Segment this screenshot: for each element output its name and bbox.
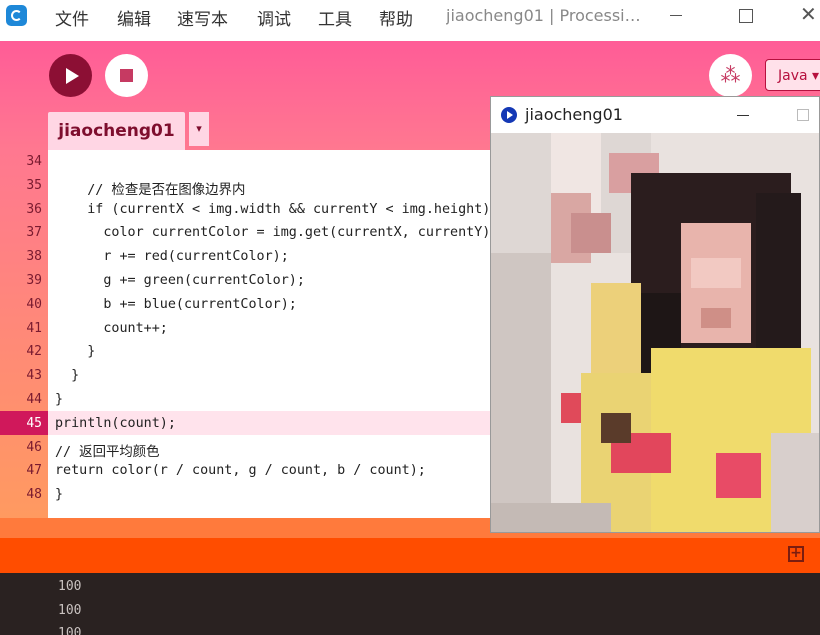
- line-number: 43: [26, 368, 42, 384]
- tab-menu-button[interactable]: ▾: [189, 112, 209, 146]
- maximize-button[interactable]: [734, 4, 758, 26]
- debug-button[interactable]: ⁂: [709, 54, 752, 97]
- console-line: 100: [58, 626, 82, 635]
- processing-run-icon: [501, 107, 517, 123]
- code-line: // 检查是否在图像边界内: [55, 182, 246, 198]
- line-number: 41: [26, 320, 42, 336]
- code-line: r += red(currentColor);: [55, 249, 289, 265]
- line-number: 48: [26, 487, 42, 503]
- line-number: 34: [26, 154, 42, 169]
- code-line: b += blue(currentColor);: [55, 296, 297, 312]
- add-console-icon[interactable]: +: [788, 546, 804, 562]
- line-number: 46: [26, 439, 42, 455]
- close-button[interactable]: ✕: [800, 2, 820, 26]
- menu-sketch[interactable]: 速写本: [177, 5, 228, 30]
- title-bar: 文件 编辑 速写本 调试 工具 帮助 jiaocheng01 | Process…: [0, 0, 820, 32]
- pixelated-image: [491, 133, 819, 532]
- code-line: }: [55, 392, 64, 407]
- line-number: 42: [26, 344, 42, 360]
- mode-selector[interactable]: Java ▾: [765, 59, 820, 91]
- stop-button[interactable]: [105, 54, 148, 97]
- code-line: color currentColor = img.get(currentX, c…: [55, 225, 499, 241]
- menu-tools[interactable]: 工具: [318, 5, 352, 30]
- code-line: count++;: [55, 320, 168, 336]
- menu-file[interactable]: 文件: [55, 5, 89, 30]
- menu-debug[interactable]: 调试: [257, 5, 291, 30]
- line-number: 47: [26, 463, 42, 479]
- tab-jiaocheng01[interactable]: jiaocheng01: [48, 112, 185, 150]
- line-number: 35: [26, 177, 42, 193]
- sketch-maximize-button[interactable]: [797, 109, 809, 121]
- menu-help[interactable]: 帮助: [379, 5, 413, 30]
- line-number: 37: [26, 225, 42, 241]
- line-number: 44: [26, 392, 42, 407]
- console-line: 100: [58, 579, 82, 594]
- line-number: 36: [26, 201, 42, 217]
- line-number: 38: [26, 249, 42, 265]
- run-button[interactable]: [49, 54, 92, 97]
- sketch-minimize-button[interactable]: [737, 115, 749, 116]
- sketch-window-title: jiaocheng01: [525, 105, 623, 124]
- code-line: }: [55, 344, 96, 360]
- console-panel: 100 100 100: [0, 573, 820, 635]
- code-line: }: [55, 487, 64, 503]
- status-bar: [0, 538, 820, 573]
- code-line: println(count);: [55, 415, 176, 431]
- code-line: }: [55, 368, 80, 384]
- code-line: // 返回平均颜色: [55, 444, 160, 460]
- code-line: if (currentX < img.width && currentY < i…: [55, 201, 507, 217]
- code-line: return color(r / count, g / count, b / c…: [55, 463, 426, 479]
- line-number: 39: [26, 273, 42, 288]
- menu-edit[interactable]: 编辑: [117, 5, 151, 30]
- line-number: 40: [26, 296, 42, 312]
- sketch-canvas: [491, 133, 819, 532]
- console-line: 100: [58, 603, 82, 618]
- code-line: g += green(currentColor);: [55, 273, 305, 288]
- minimize-button[interactable]: [664, 4, 688, 26]
- processing-app-icon: [6, 5, 27, 26]
- window-title: jiaocheng01 | Processi…: [446, 6, 641, 25]
- line-number: 45: [26, 415, 42, 431]
- sketch-window[interactable]: jiaocheng01: [490, 96, 820, 533]
